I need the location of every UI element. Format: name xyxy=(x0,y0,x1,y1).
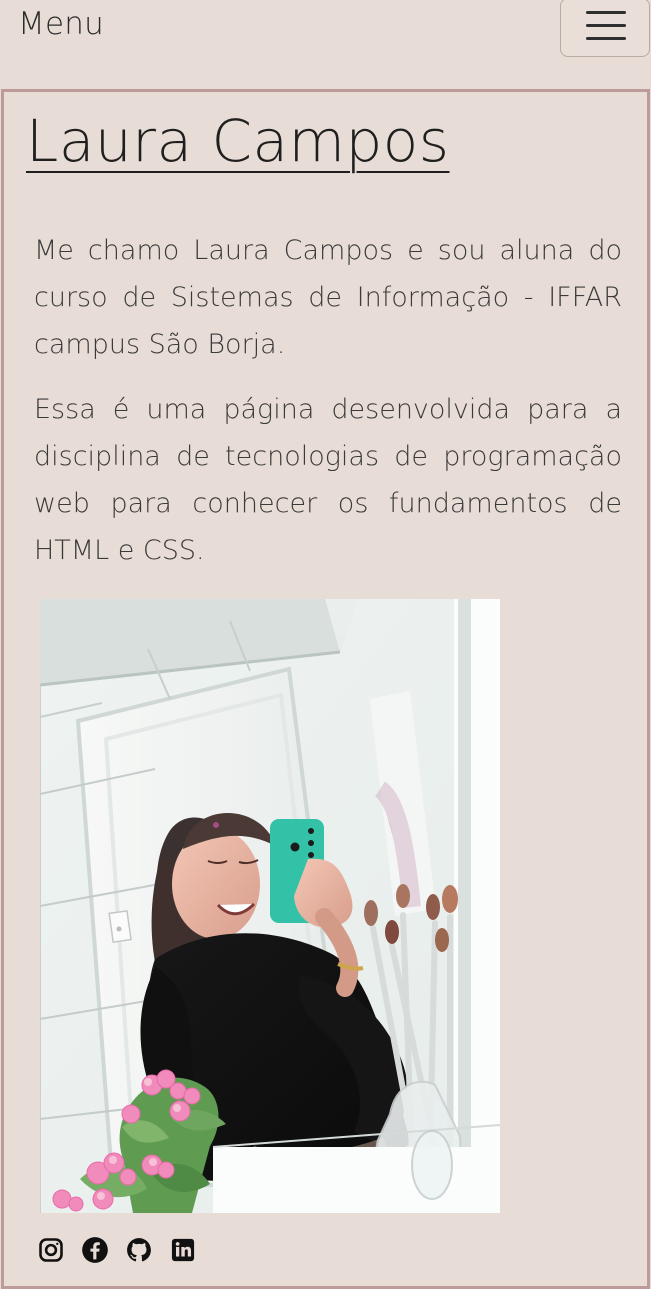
instagram-icon[interactable] xyxy=(37,1236,65,1264)
description-paragraph: Essa é uma página desenvolvida para a di… xyxy=(34,394,622,566)
instagram-glyph xyxy=(39,1238,63,1262)
facebook-icon[interactable] xyxy=(81,1236,109,1264)
menu-label: Menu xyxy=(18,6,104,42)
hamburger-line xyxy=(586,24,626,27)
page-title: Laura Campos xyxy=(26,107,450,175)
hamburger-line xyxy=(586,11,626,14)
github-glyph xyxy=(127,1238,151,1262)
profile-photo-illustration xyxy=(40,599,500,1213)
top-navigation: Menu xyxy=(0,0,651,90)
facebook-glyph xyxy=(82,1237,108,1263)
intro-paragraph: Me chamo Laura Campos e sou aluna do cur… xyxy=(34,235,622,360)
profile-photo xyxy=(40,599,500,1213)
github-icon[interactable] xyxy=(125,1236,153,1264)
profile-panel: Laura Campos Me chamo Laura Campos e sou… xyxy=(1,89,650,1289)
linkedin-icon[interactable] xyxy=(169,1236,197,1264)
linkedin-glyph xyxy=(171,1238,195,1262)
menu-toggle-button[interactable] xyxy=(560,0,650,57)
hamburger-line xyxy=(586,37,626,40)
hamburger-icon xyxy=(586,11,626,41)
social-links xyxy=(37,1234,197,1266)
